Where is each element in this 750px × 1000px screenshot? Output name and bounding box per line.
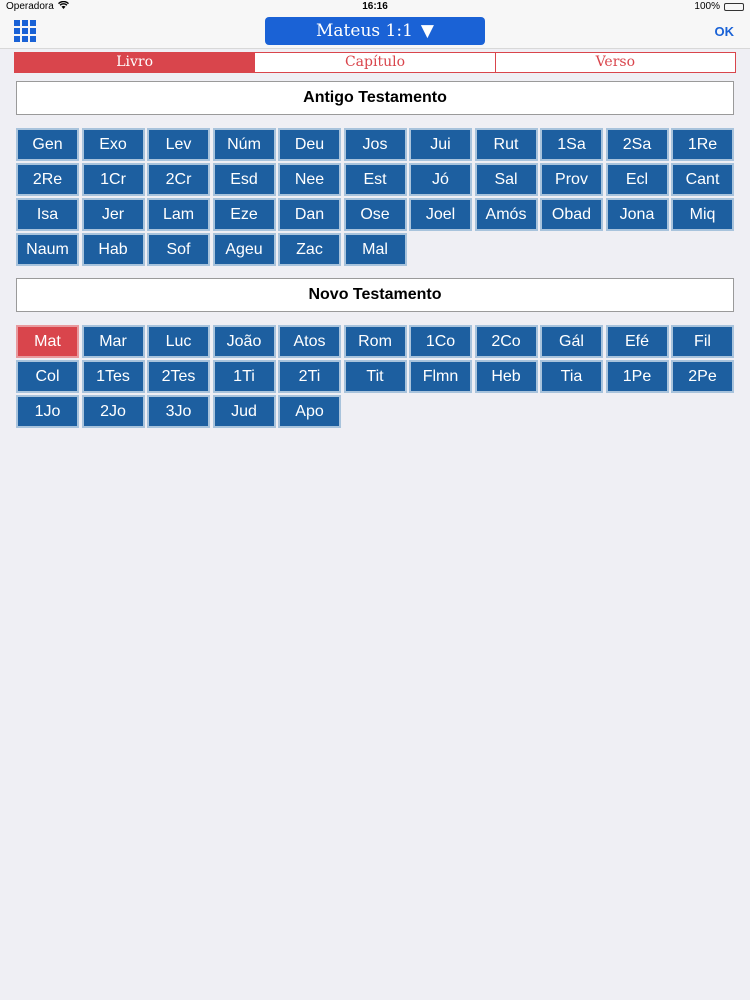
book-button[interactable]: Tit [343, 360, 407, 393]
selection-mode-tabs: Livro Capítulo Verso [14, 52, 736, 73]
battery-icon [724, 2, 744, 11]
dropdown-arrow-icon: ▼ [420, 21, 434, 41]
book-button[interactable]: Zac [278, 233, 341, 266]
book-button[interactable]: Mat [16, 325, 79, 358]
book-button[interactable]: Jud [212, 395, 276, 428]
ok-button[interactable]: OK [715, 24, 735, 39]
reference-title: Mateus 1:1 [316, 21, 413, 41]
book-button[interactable]: Rut [474, 128, 538, 161]
grid-icon-cell [22, 20, 28, 26]
book-button[interactable]: 3Jo [147, 395, 210, 428]
book-button[interactable]: Ose [343, 198, 407, 231]
book-button[interactable]: Ecl [605, 163, 669, 196]
old-testament-book-grid: Gen Exo Lev Núm Deu Jos Jui Rut 1Sa 2Sa 1Re 2Re 1Cr 2… [16, 128, 735, 266]
book-button[interactable]: 2Tes [147, 360, 210, 393]
book-button[interactable]: 1Re [671, 128, 734, 161]
status-bar: Operadora 16:16 100% [0, 0, 750, 14]
new-testament-book-grid: Mat Mar Luc João Atos Rom 1Co 2Co Gál Efé Fil Col 1T… [16, 325, 735, 428]
book-button[interactable]: 1Ti [212, 360, 276, 393]
tab-verso[interactable]: Verso [496, 53, 735, 72]
grid-icon-cell [22, 36, 28, 42]
book-button[interactable]: Col [16, 360, 79, 393]
book-button[interactable]: 2Cr [147, 163, 210, 196]
book-button[interactable]: Jos [343, 128, 407, 161]
book-button[interactable]: 1Co [409, 325, 472, 358]
reference-picker-button[interactable]: Mateus 1:1 ▼ [265, 17, 485, 45]
book-button[interactable]: Nee [278, 163, 341, 196]
book-button[interactable]: Eze [212, 198, 276, 231]
status-right: 100% [694, 1, 744, 12]
book-button[interactable]: Núm [212, 128, 276, 161]
book-button[interactable]: Luc [147, 325, 210, 358]
book-button[interactable]: 2Ti [278, 360, 341, 393]
book-button[interactable]: Jer [81, 198, 145, 231]
book-button[interactable]: Isa [16, 198, 79, 231]
book-button[interactable]: Prov [540, 163, 603, 196]
book-button[interactable]: 2Sa [605, 128, 669, 161]
grid-icon-cell [30, 36, 36, 42]
book-button[interactable]: Efé [605, 325, 669, 358]
grid-icon-cell [22, 28, 28, 34]
book-button[interactable]: 2Pe [671, 360, 734, 393]
book-button[interactable]: Tia [540, 360, 603, 393]
grid-menu-button[interactable] [14, 20, 37, 43]
book-button[interactable]: 1Pe [605, 360, 669, 393]
book-button[interactable]: Dan [278, 198, 341, 231]
book-button[interactable]: Est [343, 163, 407, 196]
book-button[interactable]: Esd [212, 163, 276, 196]
book-button[interactable]: 1Tes [81, 360, 145, 393]
book-button[interactable]: Amós [474, 198, 538, 231]
book-button[interactable]: Jó [409, 163, 472, 196]
book-button[interactable]: Deu [278, 128, 341, 161]
book-button[interactable]: Rom [343, 325, 407, 358]
book-button[interactable]: Gál [540, 325, 603, 358]
status-time: 16:16 [362, 1, 388, 12]
book-button[interactable]: Cant [671, 163, 734, 196]
grid-icon-cell [30, 28, 36, 34]
book-button[interactable]: 1Jo [16, 395, 79, 428]
book-button[interactable]: Apo [278, 395, 341, 428]
book-button[interactable]: Hab [81, 233, 145, 266]
navigation-bar: Mateus 1:1 ▼ OK [0, 14, 750, 49]
battery-percent: 100% [694, 1, 720, 12]
book-button[interactable]: Sof [147, 233, 210, 266]
book-button[interactable]: Flmn [409, 360, 472, 393]
book-button[interactable]: Obad [540, 198, 603, 231]
book-button[interactable]: Lev [147, 128, 210, 161]
book-button[interactable]: Atos [278, 325, 341, 358]
new-testament-header: Novo Testamento [16, 278, 734, 312]
book-button[interactable]: Exo [81, 128, 145, 161]
book-button[interactable]: 2Re [16, 163, 79, 196]
old-testament-header: Antigo Testamento [16, 81, 734, 115]
book-button[interactable]: Ageu [212, 233, 276, 266]
grid-icon-cell [14, 28, 20, 34]
book-button[interactable]: 1Sa [540, 128, 603, 161]
book-button[interactable]: Heb [474, 360, 538, 393]
grid-icon-cell [30, 20, 36, 26]
tab-capitulo[interactable]: Capítulo [255, 53, 496, 72]
book-button[interactable]: Mal [343, 233, 407, 266]
book-button[interactable]: Joel [409, 198, 472, 231]
grid-icon-cell [14, 36, 20, 42]
book-button[interactable]: 2Co [474, 325, 538, 358]
book-button[interactable]: Fil [671, 325, 734, 358]
grid-icon-cell [14, 20, 20, 26]
book-button[interactable]: João [212, 325, 276, 358]
book-button[interactable]: Lam [147, 198, 210, 231]
book-button[interactable]: 2Jo [81, 395, 145, 428]
tab-livro[interactable]: Livro [15, 53, 256, 72]
book-button[interactable]: 1Cr [81, 163, 145, 196]
book-button[interactable]: Jona [605, 198, 669, 231]
book-button[interactable]: Naum [16, 233, 79, 266]
book-button[interactable]: Miq [671, 198, 734, 231]
book-button[interactable]: Gen [16, 128, 79, 161]
book-button[interactable]: Mar [81, 325, 145, 358]
book-button[interactable]: Sal [474, 163, 538, 196]
book-button[interactable]: Jui [409, 128, 472, 161]
